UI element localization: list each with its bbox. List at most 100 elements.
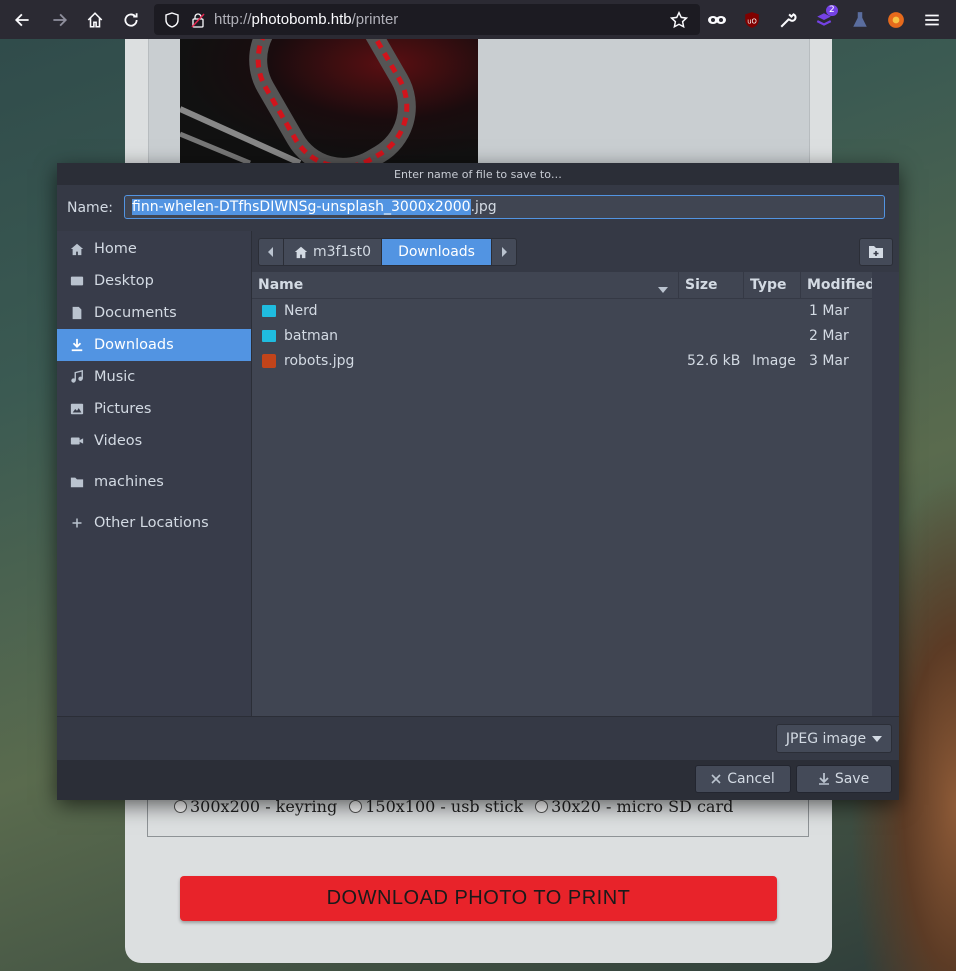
videos-icon: [69, 433, 85, 449]
sidebar-item-videos[interactable]: Videos: [57, 425, 251, 457]
forward-button[interactable]: [41, 0, 77, 39]
forward-arrow-icon: [53, 13, 68, 26]
filename-input[interactable]: finn-whelen-DTfhsDIWNSg-unsplash_3000x20…: [124, 195, 885, 219]
reload-icon: [124, 12, 138, 27]
path-home-button[interactable]: m3f1st0: [284, 239, 383, 265]
close-icon: [711, 774, 721, 784]
download-photo-button[interactable]: DOWNLOAD PHOTO TO PRINT: [180, 876, 777, 921]
sidebar-item-label: Downloads: [94, 337, 174, 353]
wrench-icon[interactable]: [779, 11, 801, 29]
sidebar-item-machines[interactable]: machines: [57, 466, 251, 498]
sidebar-item-music[interactable]: Music: [57, 361, 251, 393]
sidebar-item-desktop[interactable]: Desktop: [57, 265, 251, 297]
ublock-icon[interactable]: uO: [743, 11, 765, 29]
insecure-lock-icon[interactable]: [190, 12, 206, 28]
url-prefix: http://: [214, 11, 252, 28]
file-name: robots.jpg: [284, 353, 355, 369]
image-file-icon: [262, 354, 276, 368]
cancel-button[interactable]: Cancel: [695, 765, 791, 793]
name-label: Name:: [67, 200, 114, 216]
extension-count-badge: 2: [826, 5, 838, 16]
path-home-label: m3f1st0: [313, 244, 372, 260]
file-type: Image: [752, 353, 796, 369]
save-label: Save: [834, 771, 870, 787]
file-name: batman: [284, 328, 339, 344]
file-modified: 1 Mar: [809, 303, 849, 319]
column-divider: [800, 272, 801, 298]
path-downloads-button[interactable]: Downloads: [382, 239, 492, 265]
column-name[interactable]: Name: [258, 277, 303, 293]
reload-button[interactable]: [113, 0, 149, 39]
sidebar-item-label: machines: [94, 474, 164, 490]
chevron-right-icon: [501, 247, 507, 257]
home-button[interactable]: [77, 0, 113, 39]
column-divider: [743, 272, 744, 298]
pictures-icon: [69, 401, 85, 417]
mask-icon[interactable]: [707, 12, 729, 28]
file-name: Nerd: [284, 303, 318, 319]
places-sidebar: Home Desktop Documents Downloads Music P…: [57, 231, 252, 716]
column-header-row: Name Size Type Modified: [252, 272, 875, 299]
sidebar-item-label: Home: [94, 241, 137, 257]
file-modified: 2 Mar: [809, 328, 849, 344]
back-arrow-icon: [14, 13, 29, 26]
new-folder-icon: [869, 246, 883, 258]
radio-icon[interactable]: [174, 800, 187, 813]
chevron-down-icon: [872, 735, 883, 742]
fox-extension-icon[interactable]: [887, 11, 909, 29]
create-folder-button[interactable]: [859, 238, 893, 266]
home-icon: [87, 11, 103, 28]
back-button[interactable]: [5, 0, 41, 39]
sidebar-item-pictures[interactable]: Pictures: [57, 393, 251, 425]
folder-icon: [69, 474, 85, 490]
menu-icon[interactable]: [923, 11, 945, 29]
bookmark-star-icon[interactable]: [670, 10, 688, 29]
sidebar-item-home[interactable]: Home: [57, 233, 251, 265]
file-row-batman[interactable]: batman 2 Mar: [252, 324, 872, 349]
folder-icon: [262, 305, 276, 317]
sidebar-separator: [57, 498, 251, 507]
path-scroll-right-button[interactable]: [492, 239, 516, 265]
sidebar-item-label: Desktop: [94, 273, 154, 289]
scrollbar-gutter[interactable]: [872, 272, 899, 716]
file-browser: m3f1st0 Downloads Name Size Type Modifie…: [252, 231, 899, 716]
path-bar: m3f1st0 Downloads: [258, 238, 517, 266]
folder-icon: [262, 330, 276, 342]
music-icon: [69, 369, 85, 385]
desktop-icon: [69, 273, 85, 289]
sidebar-separator: [57, 457, 251, 466]
sidebar-item-other-locations[interactable]: Other Locations: [57, 507, 251, 539]
path-scroll-left-button[interactable]: [259, 239, 284, 265]
shield-icon[interactable]: [164, 11, 180, 28]
home-icon: [294, 246, 308, 259]
file-modified: 3 Mar: [809, 353, 849, 369]
file-row-robots[interactable]: robots.jpg 52.6 kB Image 3 Mar: [252, 349, 872, 374]
column-modified[interactable]: Modified: [807, 277, 875, 293]
preview-photo: [180, 39, 478, 163]
url-host: photobomb.htb: [251, 11, 352, 28]
column-type[interactable]: Type: [750, 277, 787, 293]
plus-icon: [69, 515, 85, 531]
filename-selected-text: finn-whelen-DTfhsDIWNSg-unsplash_3000x20…: [132, 199, 471, 215]
home-icon: [69, 241, 85, 257]
sidebar-item-label: Music: [94, 369, 136, 385]
filename-row: Name: finn-whelen-DTfhsDIWNSg-unsplash_3…: [57, 185, 899, 231]
radio-icon[interactable]: [349, 800, 363, 813]
svg-text:uO: uO: [747, 17, 757, 25]
sidebar-item-label: Videos: [94, 433, 143, 449]
sort-down-icon: [658, 281, 668, 297]
file-row-nerd[interactable]: Nerd 1 Mar: [252, 299, 872, 324]
sidebar-item-label: Documents: [94, 305, 177, 321]
sidebar-item-downloads[interactable]: Downloads: [57, 329, 251, 361]
path-current-label: Downloads: [398, 244, 475, 260]
save-button[interactable]: Save: [796, 765, 892, 793]
column-size[interactable]: Size: [685, 277, 718, 293]
sidebar-item-label: Pictures: [94, 401, 152, 417]
url-path: /printer: [351, 11, 399, 28]
radio-icon[interactable]: [535, 800, 549, 813]
url-text: http://photobomb.htb/printer: [214, 11, 398, 28]
url-bar[interactable]: http://photobomb.htb/printer: [154, 4, 700, 35]
sidebar-item-documents[interactable]: Documents: [57, 297, 251, 329]
flask-icon[interactable]: [851, 11, 873, 29]
file-type-filter-dropdown[interactable]: JPEG image: [776, 724, 892, 753]
